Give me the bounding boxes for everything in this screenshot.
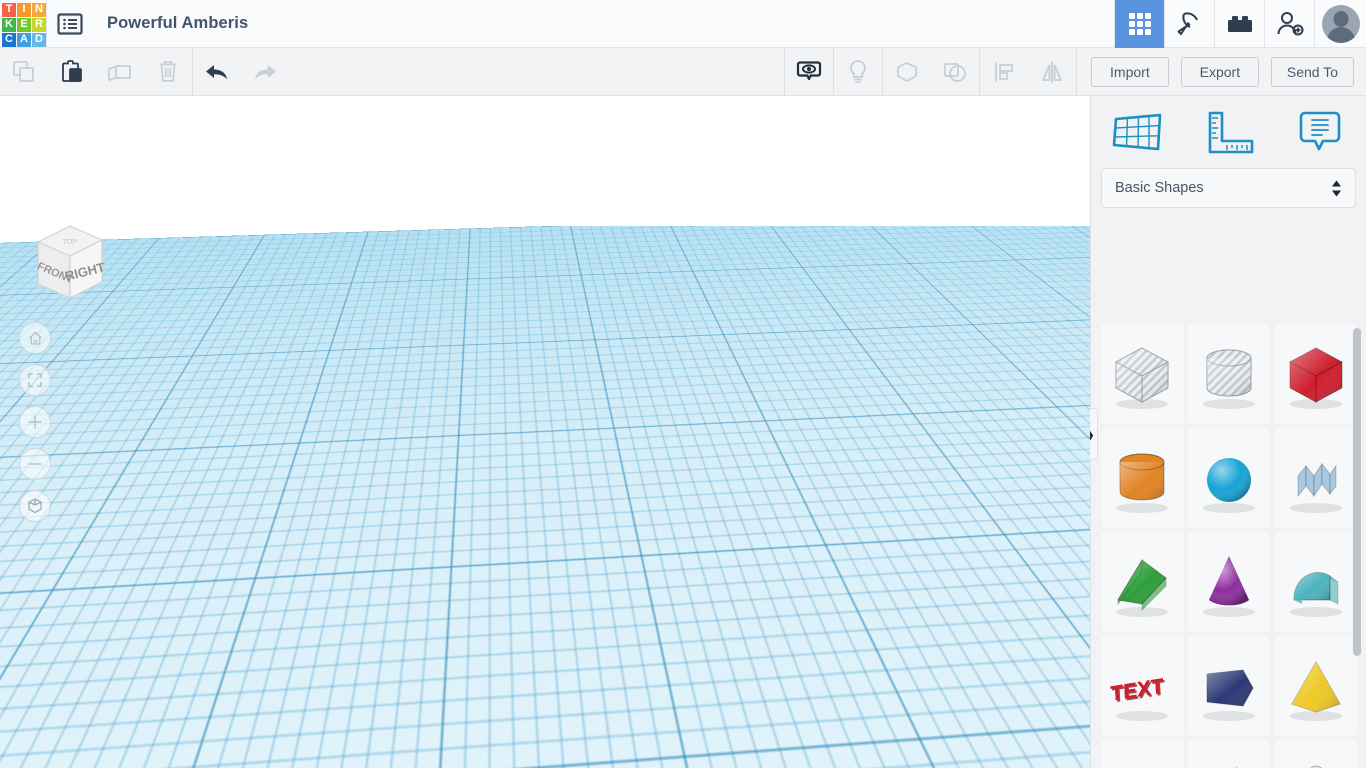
snap-grid-select[interactable]: 1.0 mm (1009, 732, 1082, 756)
import-button[interactable]: Import (1090, 56, 1169, 87)
svg-text:TOP: TOP (63, 239, 78, 246)
logo-tile-t: T (2, 2, 16, 17)
shape-sphere[interactable] (1187, 428, 1271, 528)
snap-grid-control: Snap Grid 1.0 mm (945, 732, 1082, 756)
fit-to-view-button[interactable] (19, 364, 51, 396)
avatar[interactable] (1314, 0, 1366, 48)
logo-tile-n: N (32, 2, 46, 17)
copy-button[interactable] (0, 48, 48, 95)
logo-tile-c: C (2, 32, 16, 47)
logo-tile-a: A (17, 32, 31, 47)
duplicate-button[interactable] (96, 48, 144, 95)
shape-text[interactable]: TEXT TEXT TEXT (1101, 636, 1184, 736)
shape-roof[interactable] (1101, 532, 1184, 632)
send-to-button[interactable]: Send To (1270, 56, 1354, 87)
export-button[interactable]: Export (1180, 56, 1259, 87)
zoom-in-button[interactable] (19, 406, 51, 438)
redo-button[interactable] (241, 48, 289, 95)
tab-notes[interactable] (1274, 96, 1366, 168)
shape-category-value: Basic Shapes (1115, 180, 1204, 196)
collapse-panel-button[interactable]: ❯ (1080, 408, 1098, 460)
home-view-button[interactable] (19, 322, 51, 354)
shape-half-sphere[interactable] (1101, 740, 1184, 768)
logo-tile-k: K (2, 17, 16, 32)
tinkercad-logo[interactable]: TIN KER CAD (2, 2, 46, 47)
app-header: TIN KER CAD Powerful Amberis (0, 0, 1366, 48)
question-mark-stamp[interactable] (505, 421, 730, 621)
ortho-perspective-toggle[interactable] (19, 490, 51, 522)
shape-half-cylinder[interactable] (1274, 532, 1357, 632)
codeblocks-pickaxe-icon[interactable] (1164, 0, 1214, 48)
undo-button[interactable] (193, 48, 241, 95)
snap-grid-value: 1.0 mm (1017, 737, 1059, 751)
shape-category-wrap: Basic Shapes (1091, 168, 1366, 208)
zoom-out-button[interactable] (19, 448, 51, 480)
snap-grid-label: Snap Grid (945, 737, 1002, 751)
shape-wedge[interactable] (1187, 636, 1271, 736)
delete-button[interactable] (144, 48, 192, 95)
shape-box-hole[interactable] (1101, 324, 1184, 424)
ungroup-button[interactable] (931, 48, 979, 95)
invite-person-icon[interactable] (1264, 0, 1314, 48)
shapes-panel: Basic Shapes TEXT TEXT TEXT (1090, 96, 1366, 768)
gallery-grid-icon[interactable] (1114, 0, 1164, 48)
shape-scribble[interactable] (1274, 428, 1357, 528)
logo-tile-d: D (32, 32, 46, 47)
stepper-icon (1331, 180, 1342, 197)
shapes-scroll-area[interactable]: TEXT TEXT TEXT (1091, 324, 1366, 768)
edit-grid-button[interactable]: Edit Grid (960, 700, 1033, 723)
shape-pyramid[interactable] (1274, 636, 1357, 736)
shape-polygon[interactable] (1187, 740, 1271, 768)
shape-category-select[interactable]: Basic Shapes (1101, 168, 1356, 208)
workplane-grid[interactable] (0, 96, 1090, 256)
group-button[interactable] (883, 48, 931, 95)
tab-ruler[interactable] (1183, 96, 1275, 168)
show-hide-button[interactable] (785, 48, 833, 95)
tinkercad-editor: TIN KER CAD Powerful Amberis Import Export… (0, 0, 1366, 768)
shape-box[interactable] (1274, 324, 1357, 424)
page-title: Powerful Amberis (107, 14, 249, 32)
logo-tile-i: I (17, 2, 31, 17)
align-button[interactable] (980, 48, 1028, 95)
mirror-button[interactable] (1028, 48, 1076, 95)
shapes-grid: TEXT TEXT TEXT (1101, 324, 1357, 768)
edit-toolbar: Import Export Send To (0, 48, 1366, 96)
canvas-top-fade (0, 96, 1090, 226)
shapes-scrollbar-thumb[interactable] (1353, 328, 1361, 656)
toolbar-separator (1075, 48, 1077, 95)
shapes-scrollbar[interactable] (1353, 324, 1361, 768)
brick-blocks-icon[interactable] (1214, 0, 1264, 48)
tab-workplane[interactable] (1091, 96, 1183, 168)
paste-button[interactable] (48, 48, 96, 95)
view-cube[interactable]: FRONT RIGHT TOP (18, 214, 114, 310)
chevron-up-icon (1065, 741, 1074, 747)
light-bulb-button[interactable] (834, 48, 882, 95)
design-canvas[interactable]: FRONT RIGHT TOP Edit Grid Snap Grid 1.0 … (0, 96, 1090, 768)
logo-tile-r: R (32, 17, 46, 32)
avatar-image (1321, 4, 1360, 43)
shape-cylinder[interactable] (1101, 428, 1184, 528)
shape-paraboloid[interactable] (1274, 740, 1357, 768)
panel-tab-bar (1091, 96, 1366, 168)
shape-cylinder-hole[interactable] (1187, 324, 1271, 424)
logo-tile-e: E (17, 17, 31, 32)
shape-cone[interactable] (1187, 532, 1271, 632)
svg-text:TEXT: TEXT (1110, 675, 1164, 706)
list-document-icon[interactable] (47, 0, 93, 48)
